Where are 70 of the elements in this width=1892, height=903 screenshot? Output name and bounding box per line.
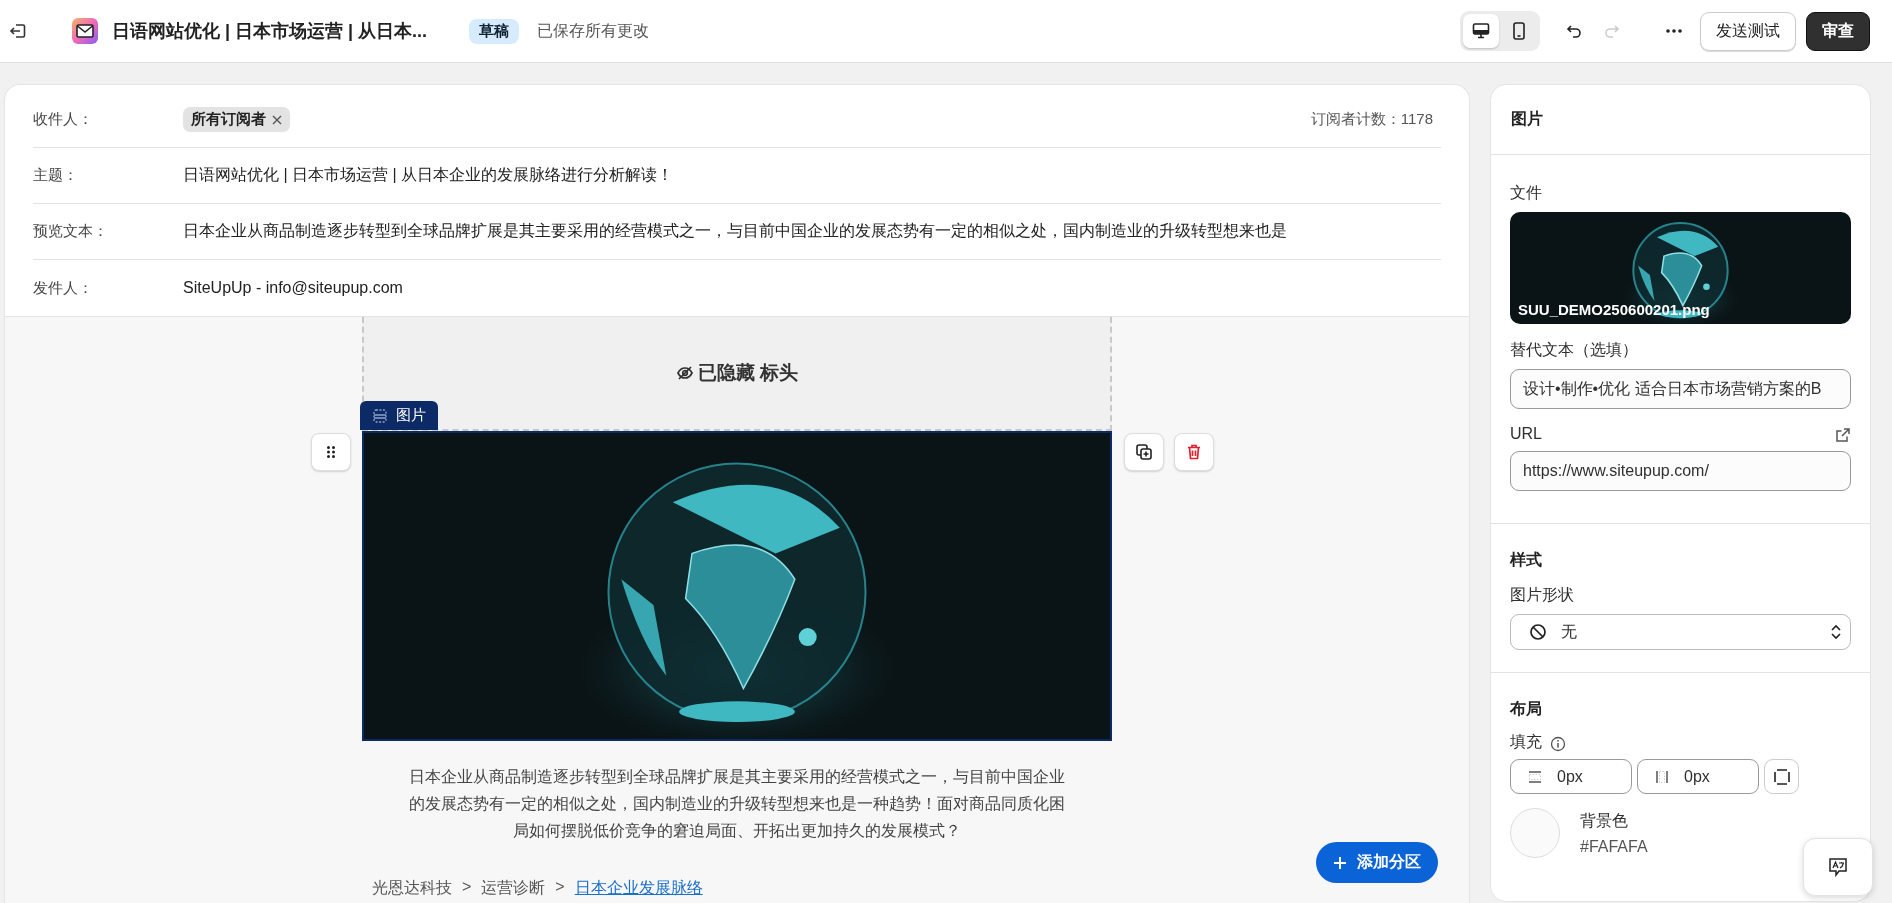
- horizontal-padding-icon: [1654, 768, 1670, 785]
- vertical-padding-field[interactable]: 0px: [1510, 759, 1632, 794]
- url-field[interactable]: https://www.siteupup.com/: [1510, 451, 1851, 491]
- document-title: 日语网站优化 | 日本市场运营 | 从日本...: [112, 20, 428, 43]
- add-section-button[interactable]: 添加分区: [1316, 842, 1438, 883]
- chevron-up-down-icon: [1830, 623, 1842, 641]
- tag-label: 所有订阅者: [191, 110, 266, 129]
- padding-value: 0px: [1684, 767, 1710, 786]
- more-icon: [1666, 29, 1682, 33]
- send-test-button[interactable]: 发送测试: [1700, 11, 1796, 51]
- square-padding-icon: [1772, 767, 1791, 786]
- mail-app-icon: [72, 18, 98, 44]
- breadcrumb-separator: >: [555, 878, 565, 897]
- status-badge: 草稿: [469, 18, 520, 44]
- field-label: 收件人：: [33, 110, 94, 129]
- field-label: URL: [1510, 425, 1542, 443]
- breadcrumb-item: 光恩达科技: [372, 878, 452, 898]
- external-link-icon[interactable]: [1835, 427, 1851, 443]
- block-tag-label: 图片: [396, 406, 426, 425]
- breadcrumb-item: 运营诊断: [481, 878, 546, 898]
- color-value: #FAFAFA: [1580, 837, 1648, 856]
- exit-icon[interactable]: [8, 21, 28, 41]
- info-icon: [1550, 735, 1566, 752]
- field-label: 预览文本：: [33, 222, 109, 241]
- translate-icon: [1827, 856, 1849, 878]
- review-button[interactable]: 审查: [1806, 11, 1870, 51]
- field-value[interactable]: SiteUpUp - info@siteupup.com: [183, 279, 403, 297]
- recipient-tag[interactable]: 所有订阅者: [183, 107, 290, 132]
- copy-plus-icon: [1135, 443, 1153, 461]
- delete-button[interactable]: [1174, 433, 1214, 471]
- field-label: 填充: [1510, 732, 1542, 752]
- section-heading: 布局: [1510, 699, 1543, 719]
- trash-icon: [1185, 443, 1203, 461]
- save-status: 已保存所有更改: [537, 20, 650, 41]
- field-value[interactable]: 日语网站优化 | 日本市场运营 | 从日本企业的发展脉络进行分析解读！: [183, 165, 674, 186]
- alt-text-field[interactable]: 设计•制作•优化 适合日本市场营销方案的B: [1510, 369, 1851, 409]
- no-entry-icon: [1529, 623, 1547, 641]
- section-heading: 样式: [1510, 550, 1543, 570]
- vertical-padding-icon: [1527, 768, 1543, 785]
- select-value: 无: [1561, 621, 1578, 642]
- image-thumbnail[interactable]: SUU_DEMO250600201.png: [1510, 212, 1851, 324]
- breadcrumb-separator: >: [462, 878, 472, 897]
- desktop-view-button[interactable]: [1463, 14, 1499, 48]
- close-icon[interactable]: [272, 114, 282, 125]
- color-swatch[interactable]: [1510, 808, 1560, 858]
- plus-icon: [1333, 855, 1347, 870]
- drag-icon: [324, 445, 338, 459]
- file-name: SUU_DEMO250600201.png: [1518, 301, 1710, 318]
- image-block-icon: [372, 407, 388, 424]
- shape-select[interactable]: 无: [1510, 614, 1851, 650]
- field-label: 图片形状: [1510, 585, 1575, 605]
- hidden-header-label: 已隐藏 标头: [675, 360, 799, 386]
- eye-slash-icon: [675, 364, 694, 382]
- duplicate-button[interactable]: [1124, 433, 1164, 471]
- panel-title: 图片: [1511, 109, 1543, 129]
- field-label: 主题：: [33, 166, 79, 185]
- field-label: 背景色: [1580, 810, 1629, 831]
- field-label: 替代文本（选填）: [1510, 340, 1639, 360]
- field-value[interactable]: 日本企业从商品制造逐步转型到全球品牌扩展是其主要采用的经营模式之一，与目前中国企业的发展态势有一定的相似之处，国内制造业的升级转型想来也是: [183, 221, 1287, 242]
- translate-button[interactable]: [1803, 838, 1873, 896]
- body-paragraph: 日本企业从商品制造逐步转型到全球品牌扩展是其主要采用的经营模式之一，与目前中国企业的发展态势有一定的相似之处，国内制造业的升级转型想来也是一种趋势！面对商品同质化困局如何摆脱低价竞争的窘迫局面、开拓出更加持久的发展模式？: [408, 767, 1066, 841]
- subscriber-count: 订阅者计数：1178: [1310, 110, 1433, 129]
- horizontal-padding-field[interactable]: 0px: [1637, 759, 1759, 794]
- drag-handle[interactable]: [311, 433, 351, 471]
- field-label: 发件人：: [33, 278, 94, 298]
- padding-value: 0px: [1557, 767, 1583, 786]
- field-label: 文件: [1510, 183, 1543, 203]
- monitor-icon: [1471, 21, 1491, 41]
- breadcrumb-link[interactable]: 日本企业发展脉络: [574, 878, 703, 899]
- padding-mode-button[interactable]: [1764, 759, 1799, 794]
